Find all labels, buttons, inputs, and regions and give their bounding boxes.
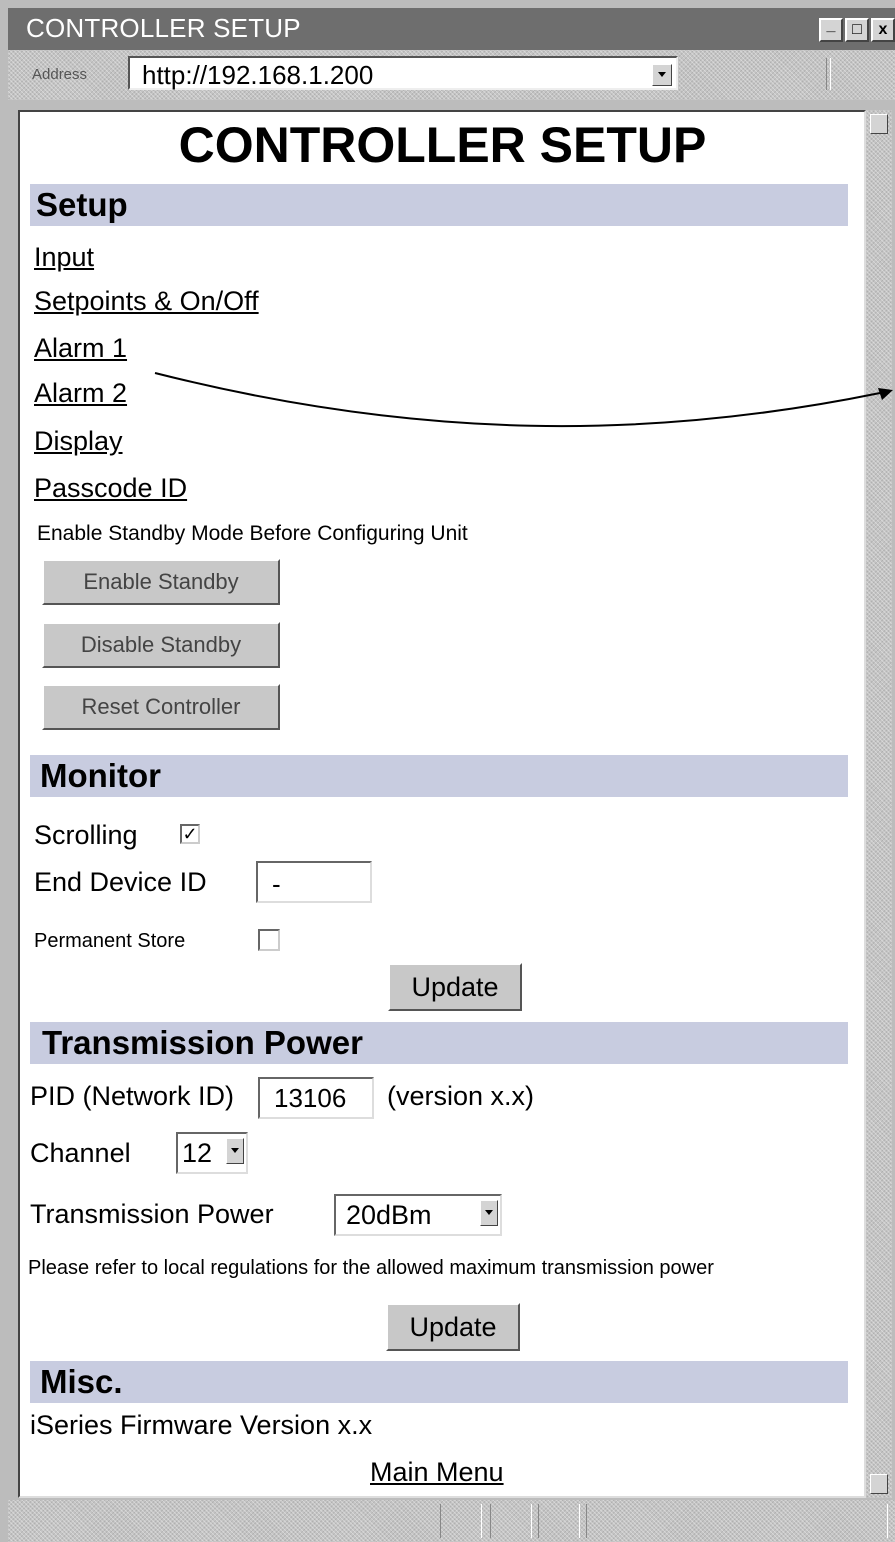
address-dropdown-button[interactable] — [652, 64, 672, 86]
channel-value: 12 — [182, 1138, 213, 1168]
scroll-up-button[interactable] — [870, 114, 888, 134]
section-setup-header: Setup — [30, 184, 848, 226]
window-title: CONTROLLER SETUP — [26, 13, 301, 43]
pid-value: 13106 — [274, 1083, 347, 1113]
end-device-id-label: End Device ID — [34, 867, 207, 897]
transmission-update-button[interactable]: Update — [386, 1303, 520, 1351]
vertical-scrollbar[interactable] — [866, 110, 892, 1498]
maximize-button[interactable]: □ — [845, 18, 869, 42]
end-device-id-input[interactable]: - — [256, 861, 372, 903]
maximize-icon: □ — [852, 21, 862, 38]
link-display[interactable]: Display — [34, 426, 123, 457]
version-text: (version x.x) — [387, 1081, 535, 1111]
permanent-store-label: Permanent Store — [34, 930, 186, 952]
window-titlebar: CONTROLLER SETUP _ □ x — [8, 8, 895, 50]
window-controls: _ □ x — [819, 18, 895, 42]
reset-controller-button[interactable]: Reset Controller — [42, 684, 280, 730]
address-label: Address — [32, 66, 88, 83]
power-dropdown-button[interactable] — [480, 1200, 498, 1226]
transmission-power-value: 20dBm — [346, 1200, 432, 1230]
pid-label: PID (Network ID) — [30, 1081, 235, 1111]
page-title: CONTROLLER SETUP — [178, 117, 707, 173]
scrolling-checkbox[interactable]: ✓ — [180, 824, 200, 844]
link-input[interactable]: Input — [34, 242, 94, 273]
scroll-down-button[interactable] — [870, 1474, 888, 1494]
section-monitor-header: Monitor — [30, 755, 848, 797]
section-transmission-title: Transmission Power — [42, 1024, 363, 1061]
address-bar: Address http://192.168.1.200 — [8, 50, 895, 100]
dropdown-arrow-icon — [231, 1148, 239, 1153]
link-main-menu[interactable]: Main Menu — [370, 1457, 504, 1488]
channel-dropdown-button[interactable] — [226, 1138, 244, 1164]
enable-standby-button[interactable]: Enable Standby — [42, 559, 280, 605]
dropdown-arrow-icon — [485, 1210, 493, 1215]
pid-input[interactable]: 13106 — [258, 1077, 374, 1119]
section-monitor-title: Monitor — [40, 757, 161, 794]
status-segment — [440, 1504, 482, 1538]
status-segment — [586, 1504, 888, 1538]
link-alarm-1[interactable]: Alarm 1 — [34, 333, 127, 364]
check-icon: ✓ — [182, 824, 198, 844]
transmission-power-select[interactable]: 20dBm — [334, 1194, 502, 1236]
page-content: CONTROLLER SETUP Setup Input Setpoints &… — [18, 110, 866, 1498]
link-alarm-2[interactable]: Alarm 2 — [34, 378, 127, 409]
section-transmission-header: Transmission Power — [30, 1022, 848, 1064]
status-bar — [8, 1500, 895, 1542]
address-input[interactable]: http://192.168.1.200 — [128, 56, 678, 90]
link-setpoints[interactable]: Setpoints & On/Off — [34, 286, 259, 317]
channel-select[interactable]: 12 — [176, 1132, 248, 1174]
regulations-note: Please refer to local regulations for th… — [28, 1257, 714, 1279]
scrolling-label: Scrolling — [34, 820, 138, 850]
firmware-version: iSeries Firmware Version x.x — [30, 1410, 373, 1440]
standby-note: Enable Standby Mode Before Configuring U… — [37, 522, 468, 545]
permanent-store-checkbox[interactable] — [258, 929, 280, 951]
status-segment — [538, 1504, 580, 1538]
address-url: http://192.168.1.200 — [142, 60, 374, 90]
close-button[interactable]: x — [871, 18, 895, 42]
minimize-icon: _ — [826, 17, 836, 34]
channel-label: Channel — [30, 1138, 131, 1168]
section-misc-title: Misc. — [40, 1363, 123, 1400]
section-setup-title: Setup — [36, 186, 128, 223]
link-passcode-id[interactable]: Passcode ID — [34, 473, 187, 504]
transmission-power-label: Transmission Power — [30, 1199, 274, 1229]
dropdown-arrow-icon — [658, 72, 666, 77]
minimize-button[interactable]: _ — [819, 18, 843, 42]
disable-standby-button[interactable]: Disable Standby — [42, 622, 280, 668]
end-device-id-value: - — [272, 869, 281, 899]
monitor-update-button[interactable]: Update — [388, 963, 522, 1011]
status-segment — [490, 1504, 532, 1538]
address-separator — [826, 58, 831, 90]
close-icon: x — [878, 21, 888, 38]
section-misc-header: Misc. — [30, 1361, 848, 1403]
